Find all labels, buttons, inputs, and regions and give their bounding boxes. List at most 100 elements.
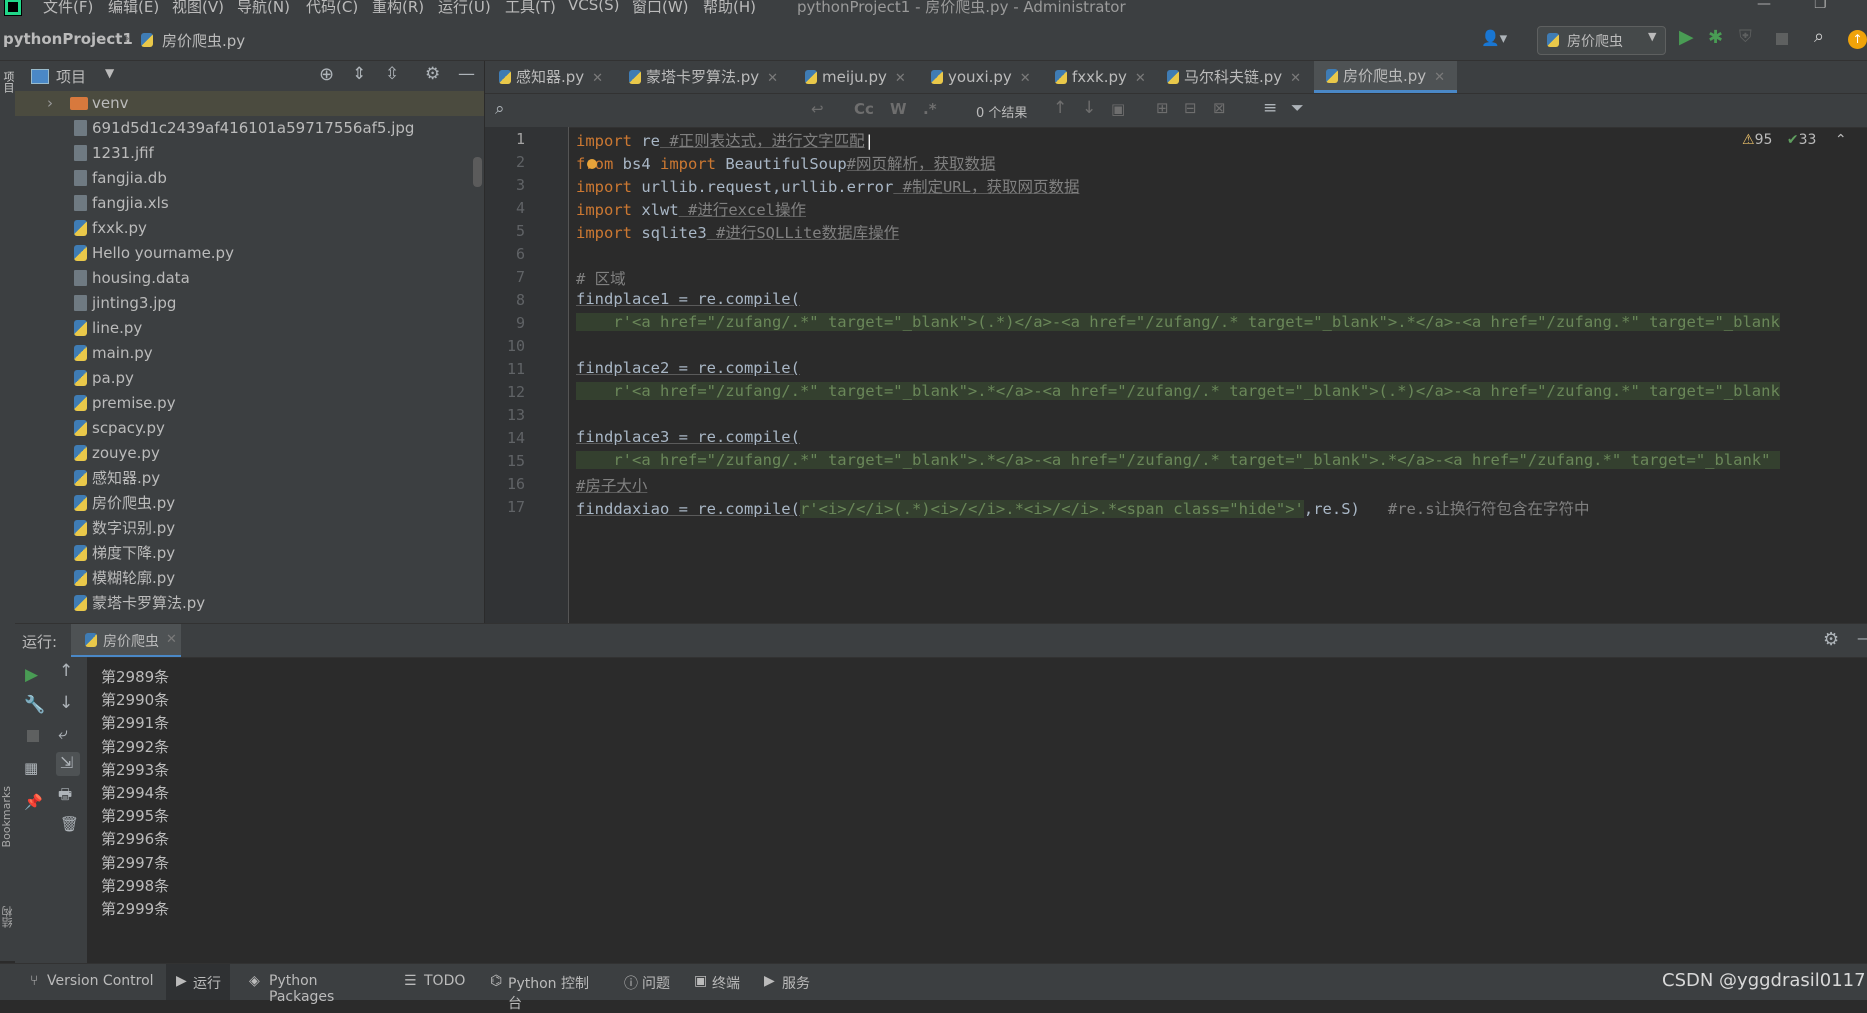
breadcrumb-file[interactable]: 房价爬虫.py (162, 30, 245, 51)
menu-tools[interactable]: 工具(T) (505, 0, 556, 17)
search-icon[interactable]: ⌕ (1814, 26, 1824, 47)
tab-active-house-price[interactable]: 房价爬虫.py ✕ (1314, 61, 1458, 93)
wrench-icon[interactable]: 🔧 (24, 695, 45, 715)
tree-file-item[interactable]: 感知器.py (15, 466, 484, 491)
menu-view[interactable]: 视图(V) (172, 0, 224, 17)
code-line-14[interactable]: findplace3 = re.compile( (576, 428, 800, 446)
hide-icon[interactable]: — (458, 64, 475, 84)
locate-icon[interactable]: ⊕ (319, 64, 334, 85)
code-line-4[interactable]: import xlwt #进行excel操作 (576, 198, 806, 220)
previous-occurrence-icon[interactable]: ↑ (1053, 98, 1067, 118)
update-icon[interactable]: ↑ (1848, 30, 1867, 49)
minimize-icon[interactable]: — (1757, 0, 1771, 12)
tree-file-item[interactable]: line.py (15, 316, 484, 341)
code-line-15[interactable]: r'<a href="/zufang/.*" target="_blank">.… (576, 451, 1780, 469)
code-line-5[interactable]: import sqlite3 #进行SQLLite数据库操作 (576, 221, 899, 243)
pin-icon[interactable]: 📌 (24, 793, 43, 811)
python-console-tab[interactable]: ⌬ Python 控制台 (488, 964, 598, 1012)
intention-bulb-icon[interactable] (587, 159, 597, 169)
tree-file-item[interactable]: main.py (15, 341, 484, 366)
remove-selection-icon[interactable]: ⊟ (1184, 99, 1197, 117)
stop-icon[interactable] (1776, 33, 1788, 45)
tree-file-item[interactable]: 数字识别.py (15, 516, 484, 541)
tab-meiju[interactable]: meiju.py ✕ (805, 61, 906, 93)
tree-file-item[interactable]: zouye.py (15, 441, 484, 466)
code-line-12[interactable]: r'<a href="/zufang/.*" target="_blank">.… (576, 382, 1780, 400)
bookmarks-tool-button[interactable]: Bookmarks (0, 786, 13, 847)
tree-file-item[interactable]: 房价爬虫.py (15, 491, 484, 516)
soft-wrap-icon[interactable]: ⤶ (58, 724, 68, 744)
tree-file-item[interactable]: housing.data (15, 266, 484, 291)
tree-file-item[interactable]: fangjia.db (15, 166, 484, 191)
hide-icon[interactable]: — (1857, 629, 1867, 647)
user-icon[interactable]: 👤▾ (1481, 29, 1507, 47)
menu-navigate[interactable]: 导航(N) (237, 0, 290, 17)
chevron-down-icon[interactable]: ▼ (105, 66, 114, 80)
next-occurrence-icon[interactable]: ↓ (1082, 98, 1096, 118)
code-line-16[interactable]: #房子大小 (576, 474, 647, 496)
tree-file-item[interactable]: fangjia.xls (15, 191, 484, 216)
problems-tab[interactable]: ⓘ 问题 (622, 964, 677, 1000)
tree-file-item[interactable]: 蒙塔卡罗算法.py (15, 591, 484, 616)
version-control-tab[interactable]: ⑂ Version Control (20, 964, 157, 1000)
search-input[interactable] (515, 98, 809, 122)
tree-file-item[interactable]: Hello yourname.py (15, 241, 484, 266)
menu-refactor[interactable]: 重构(R) (372, 0, 424, 17)
tree-file-item[interactable]: pa.py (15, 366, 484, 391)
scroll-to-end-button[interactable]: ⇲ (56, 752, 80, 776)
menu-vcs[interactable]: VCS(S) (568, 0, 619, 14)
code-line-17[interactable]: finddaxiao = re.compile(r'<i>/</i>(.*)<i… (576, 497, 1590, 519)
tree-file-item[interactable]: fxxk.py (15, 216, 484, 241)
menu-window[interactable]: 窗口(W) (632, 0, 689, 17)
tree-file-item[interactable]: 模糊轮廓.py (15, 566, 484, 591)
tree-folder-venv[interactable]: › venv (15, 91, 484, 116)
tree-file-item[interactable]: 梯度下降.py (15, 541, 484, 566)
close-icon[interactable]: ✕ (166, 632, 177, 647)
tree-file-item[interactable]: jinting3.jpg (15, 291, 484, 316)
debug-icon[interactable]: ✱ (1708, 27, 1723, 48)
add-selection-icon[interactable]: ⊞ (1156, 99, 1169, 117)
tree-file-item[interactable]: premise.py (15, 391, 484, 416)
gear-icon[interactable]: ⚙ (425, 64, 440, 84)
run-config-select[interactable]: 房价爬虫 ▼ (1537, 26, 1666, 55)
expand-all-icon[interactable]: ⇕ (352, 64, 366, 84)
inspection-widget[interactable]: ⚠95 ✔33 ⌃ (1742, 132, 1847, 148)
code-line-3[interactable]: import urllib.request,urllib.error #制定UR… (576, 175, 1079, 197)
code-line-7[interactable]: # 区域 (576, 267, 626, 289)
run-status-tab[interactable]: ▶ 运行 (166, 964, 230, 1000)
stop-icon[interactable] (27, 730, 39, 742)
exclude-icon[interactable]: ⊠ (1213, 99, 1226, 117)
filter-icon[interactable]: ⏷ (1291, 98, 1304, 118)
code-line-9[interactable]: r'<a href="/zufang/.*" target="_blank">(… (576, 313, 1780, 331)
regex-toggle[interactable]: .* (923, 100, 937, 118)
code-line-8[interactable]: findplace1 = re.compile( (576, 290, 800, 308)
search-icon[interactable]: ⌕ (495, 99, 505, 119)
code-line-1[interactable]: import re #正则表达式，进行文字匹配| (576, 129, 874, 151)
layout-icon[interactable]: ▦ (24, 759, 38, 777)
code-line-11[interactable]: findplace2 = re.compile( (576, 359, 800, 377)
collapse-all-icon[interactable]: ⇳ (385, 64, 399, 84)
run-icon[interactable]: ▶ (1679, 26, 1694, 48)
tree-file-item[interactable]: scpacy.py (15, 416, 484, 441)
python-packages-tab[interactable]: ◈ Python Packages (246, 964, 376, 1005)
print-icon[interactable]: 🖶 (58, 784, 72, 809)
tab-fxxk[interactable]: fxxk.py ✕ (1055, 61, 1146, 93)
tree-file-item[interactable]: 691d5d1c2439af416101a59717556af5.jpg (15, 116, 484, 141)
restore-icon[interactable]: ❐ (1814, 0, 1827, 12)
menu-code[interactable]: 代码(C) (306, 0, 358, 17)
menu-run[interactable]: 运行(U) (438, 0, 491, 17)
select-all-occurrences-icon[interactable]: ▣ (1111, 100, 1125, 118)
tab-perceptron[interactable]: 感知器.py ✕ (499, 61, 603, 93)
up-arrow-icon[interactable]: ↑ (59, 661, 73, 681)
tab-monte-carlo[interactable]: 蒙塔卡罗算法.py ✕ (629, 61, 778, 93)
tab-youxi[interactable]: youxi.py ✕ (931, 61, 1031, 93)
terminal-tab[interactable]: ▣ 终端 (692, 964, 747, 1000)
filter-options-icon[interactable]: ≡ (1263, 98, 1277, 118)
menu-help[interactable]: 帮助(H) (703, 0, 756, 17)
menu-edit[interactable]: 编辑(E) (108, 0, 159, 17)
rerun-icon[interactable]: ▶ (25, 665, 38, 685)
services-tab[interactable]: ▶ 服务 (762, 964, 817, 1000)
menu-file[interactable]: 文件(F) (43, 0, 93, 17)
tab-markov-chain[interactable]: 马尔科夫链.py ✕ (1167, 61, 1301, 93)
project-tool-button[interactable]: 项目 (0, 71, 16, 93)
